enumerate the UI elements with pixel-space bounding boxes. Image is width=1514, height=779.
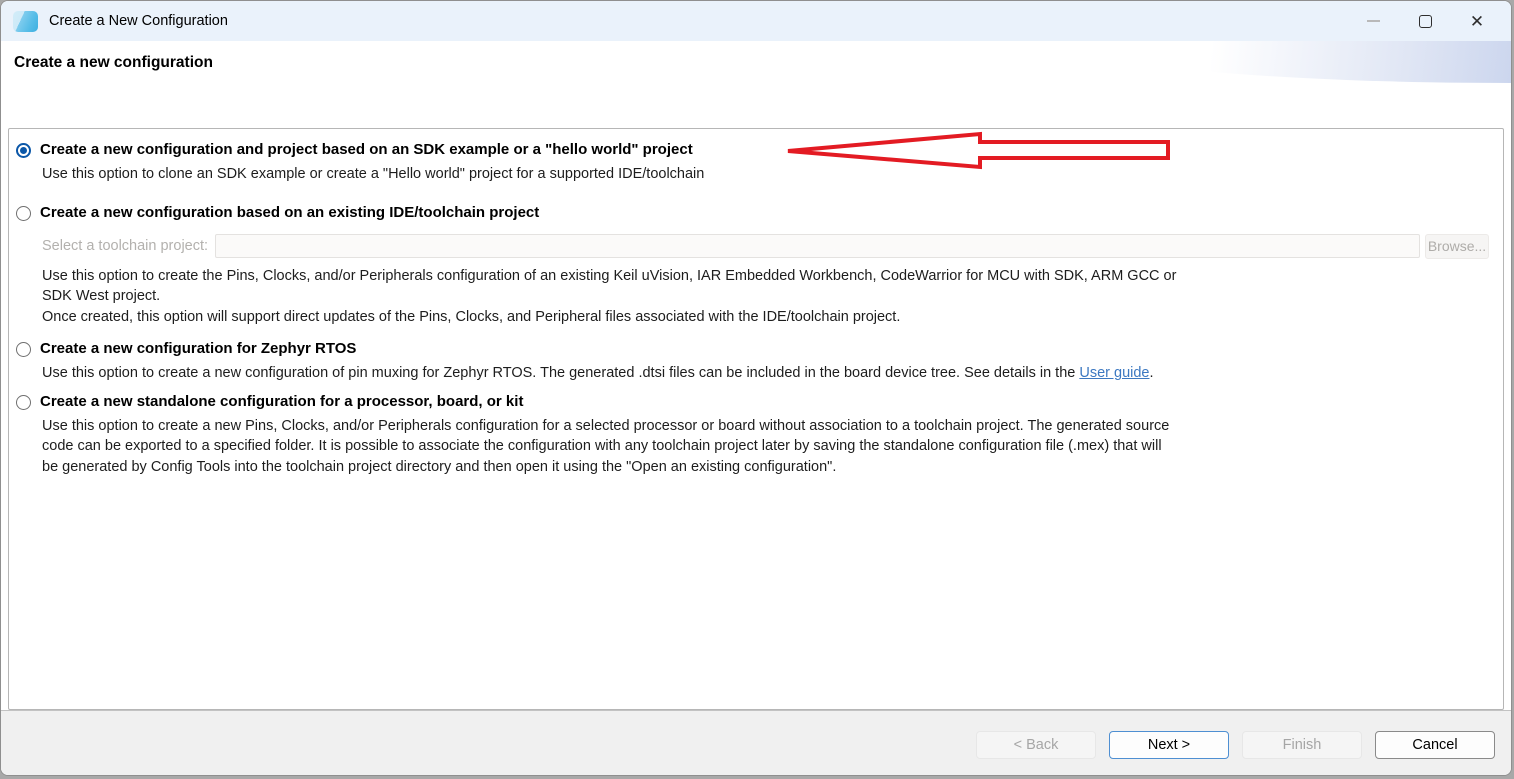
close-icon: ✕ xyxy=(1470,13,1484,30)
finish-button: Finish xyxy=(1242,731,1362,759)
option-label[interactable]: Create a new configuration based on an e… xyxy=(40,202,539,224)
radio-unselected-icon[interactable] xyxy=(16,342,31,357)
cancel-button[interactable]: Cancel xyxy=(1375,731,1495,759)
option-description: Use this option to create the Pins, Cloc… xyxy=(42,266,1489,328)
browse-button: Browse... xyxy=(1425,234,1489,259)
window-title: Create a New Configuration xyxy=(49,13,228,29)
description-text: . xyxy=(1149,365,1153,381)
toolchain-project-input xyxy=(215,234,1420,258)
minimize-icon xyxy=(1367,20,1380,22)
toolchain-project-row: Select a toolchain project: Browse... xyxy=(42,234,1489,259)
minimize-button xyxy=(1347,1,1399,41)
radio-selected-icon[interactable] xyxy=(16,143,31,158)
close-button[interactable]: ✕ xyxy=(1451,1,1503,41)
dialog-window: Create a New Configuration ✕ Create a ne… xyxy=(0,0,1512,776)
maximize-icon xyxy=(1419,15,1432,28)
radio-unselected-icon[interactable] xyxy=(16,395,31,410)
window-controls: ✕ xyxy=(1347,1,1511,41)
option-description: Use this option to clone an SDK example … xyxy=(42,164,1489,185)
option-label[interactable]: Create a new configuration for Zephyr RT… xyxy=(40,338,356,360)
header-gradient-decoration xyxy=(1081,41,1511,83)
maximize-button[interactable] xyxy=(1399,1,1451,41)
option-description: Use this option to create a new Pins, Cl… xyxy=(42,416,1489,478)
config-tools-icon xyxy=(13,11,38,32)
back-button: < Back xyxy=(976,731,1096,759)
wizard-header: Create a new configuration xyxy=(1,41,1511,128)
next-button[interactable]: Next > xyxy=(1109,731,1229,759)
option-zephyr-rtos[interactable]: Create a new configuration for Zephyr RT… xyxy=(16,338,1489,360)
user-guide-link[interactable]: User guide xyxy=(1079,365,1149,381)
option-existing-project[interactable]: Create a new configuration based on an e… xyxy=(16,202,1489,224)
option-sdk-example[interactable]: Create a new configuration and project b… xyxy=(16,139,1489,161)
description-text: Use this option to create a new configur… xyxy=(42,365,1079,381)
toolchain-project-label: Select a toolchain project: xyxy=(42,238,208,254)
button-bar: < Back Next > Finish Cancel xyxy=(1,710,1511,775)
option-label[interactable]: Create a new configuration and project b… xyxy=(40,139,693,161)
options-group: Create a new configuration and project b… xyxy=(8,128,1504,710)
option-description: Use this option to create a new configur… xyxy=(42,363,1489,384)
option-label[interactable]: Create a new standalone configuration fo… xyxy=(40,391,523,413)
option-standalone-config[interactable]: Create a new standalone configuration fo… xyxy=(16,391,1489,413)
radio-unselected-icon[interactable] xyxy=(16,206,31,221)
titlebar: Create a New Configuration ✕ xyxy=(1,1,1511,41)
